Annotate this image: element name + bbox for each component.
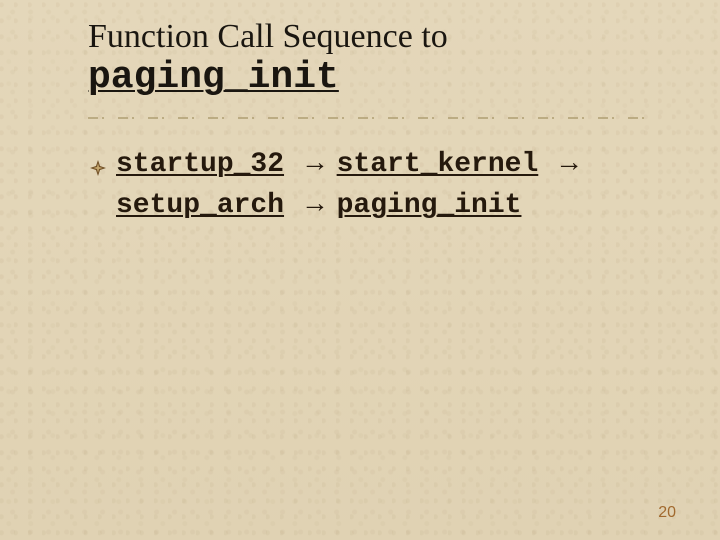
slide-body: startup_32 → start_kernel → setup_arch →…	[88, 143, 648, 225]
arrow-icon: →	[301, 187, 329, 218]
arrow-sep	[329, 187, 337, 218]
fn-setup-arch: setup_arch	[116, 190, 284, 221]
arrow-sep	[329, 146, 337, 177]
title-line-2: paging_init	[88, 57, 668, 99]
page-number: 20	[658, 504, 676, 522]
slide: Function Call Sequence to paging_init st…	[0, 0, 720, 540]
arrow-icon: →	[555, 146, 583, 177]
arrow-icon: →	[301, 146, 329, 177]
title-line-1: Function Call Sequence to	[88, 18, 668, 55]
bullet-icon	[90, 151, 106, 167]
fn-start-kernel: start_kernel	[337, 149, 539, 180]
fn-startup-32: startup_32	[116, 149, 284, 180]
fn-paging-init: paging_init	[337, 190, 522, 221]
title-divider	[88, 117, 648, 119]
slide-title: Function Call Sequence to paging_init	[0, 0, 668, 99]
bullet-item: startup_32 → start_kernel → setup_arch →…	[88, 143, 648, 225]
